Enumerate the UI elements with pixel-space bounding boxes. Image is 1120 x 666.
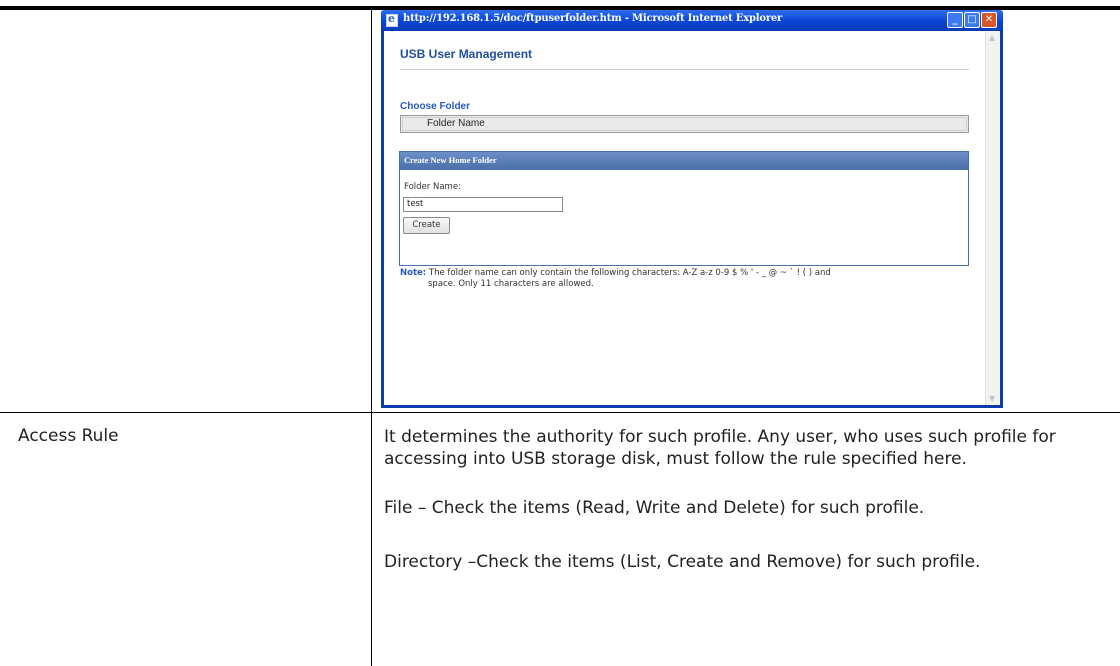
vertical-scrollbar[interactable]: ▲ ▼ — [985, 31, 1000, 405]
folder-name-label: Folder Name: — [404, 182, 461, 192]
file-rule-description: File – Check the items (Read, Write and … — [384, 497, 1074, 519]
note-label: Note: — [400, 268, 427, 278]
ie-titlebar[interactable]: http://192.168.1.5/doc/ftpuserfolder.htm… — [381, 10, 1003, 31]
panel-header: Create New Home Folder — [400, 152, 968, 170]
ie-content-area: USB User Management Choose Folder Folder… — [384, 31, 1000, 405]
file-rule-text: – Check the items (Read, Write and Delet… — [412, 498, 925, 518]
note-line-1: The folder name can only contain the fol… — [428, 268, 831, 278]
access-rule-description: It determines the authority for such pro… — [384, 427, 1056, 469]
title-divider — [400, 69, 969, 70]
create-folder-panel: Create New Home Folder Folder Name: test… — [399, 151, 969, 266]
page-title: USB User Management — [400, 47, 533, 61]
window-title: http://192.168.1.5/doc/ftpuserfolder.htm… — [403, 13, 783, 24]
directory-term: Directory — [384, 552, 463, 572]
note-line-2: space. Only 11 characters are allowed. — [428, 279, 594, 289]
panel-header-label: Create New Home Folder — [404, 155, 497, 165]
directory-rule-text: –Check the items (List, Create and Remov… — [462, 552, 981, 572]
choose-folder-label: Choose Folder — [400, 101, 471, 112]
file-term: File — [384, 498, 413, 518]
ie-page-icon — [386, 12, 398, 27]
directory-rule-description: Directory –Check the items (List, Create… — [384, 551, 1074, 573]
minimize-icon[interactable]: _ — [947, 12, 963, 28]
table-column-divider — [371, 10, 372, 666]
folder-name-input[interactable]: test — [403, 197, 563, 212]
table-row-divider — [0, 412, 1120, 413]
folder-name-column-header: Folder Name — [427, 118, 485, 129]
maximize-icon[interactable]: □ — [964, 12, 980, 28]
close-icon[interactable]: ✕ — [981, 12, 997, 28]
scroll-down-icon[interactable]: ▼ — [989, 394, 995, 403]
folder-list-header: Folder Name — [400, 115, 969, 133]
create-button[interactable]: Create — [403, 217, 450, 234]
note-text: Note: The folder name can only contain t… — [400, 268, 970, 290]
scroll-up-icon[interactable]: ▲ — [989, 33, 995, 42]
access-rule-label: Access Rule — [18, 426, 119, 446]
ie-window: http://192.168.1.5/doc/ftpuserfolder.htm… — [381, 10, 1003, 408]
